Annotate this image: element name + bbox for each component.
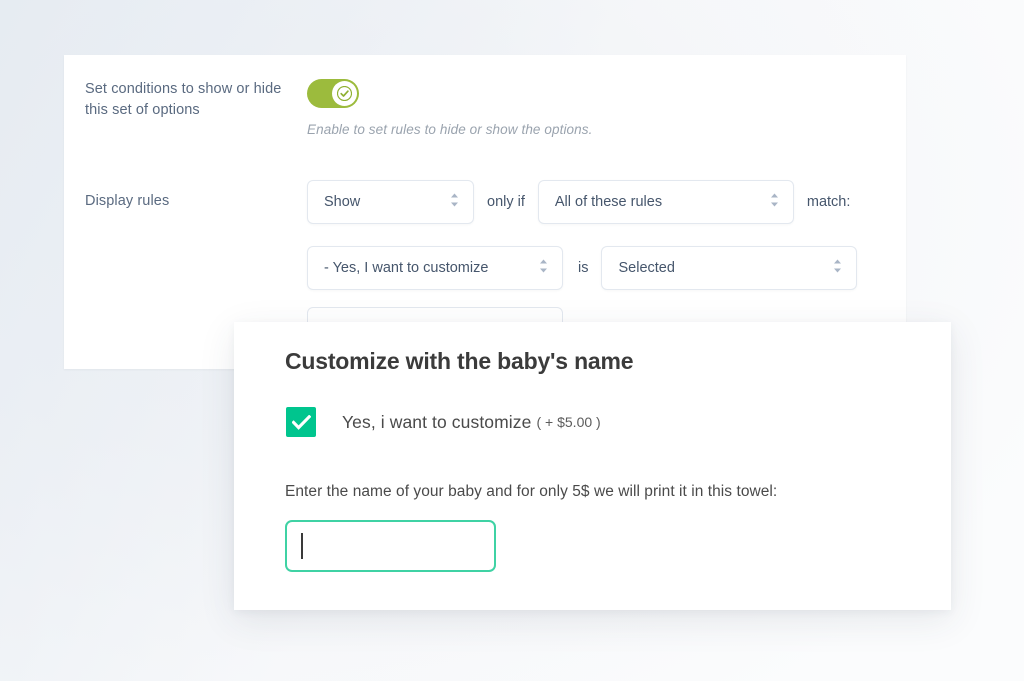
rule-match-select-value: All of these rules [554, 194, 663, 210]
rule-operator-label: is [578, 260, 589, 276]
text-cursor [301, 533, 303, 559]
rule-connector-match: match: [806, 194, 851, 210]
rule-connector-onlyif: only if [487, 194, 525, 210]
rule-action-select-value: Show [324, 194, 361, 210]
chevron-updown-icon [449, 192, 460, 213]
customize-option-row: Yes, i want to customize ( + $5.00 ) [285, 407, 911, 437]
customize-checkbox-price: ( + $5.00 ) [536, 414, 601, 430]
toggle-knob [332, 81, 357, 106]
rule-match-select[interactable]: All of these rules [537, 180, 794, 224]
set-conditions-label: Set conditions to show or hide this set … [85, 81, 282, 118]
name-field-help-text: Enter the name of your baby and for only… [285, 483, 778, 500]
checkmark-icon [291, 414, 311, 430]
baby-name-input[interactable] [285, 520, 496, 572]
rule-value-select[interactable]: Selected [601, 246, 858, 290]
rule-action-select[interactable]: Show [307, 180, 474, 224]
display-rules-label: Display rules [85, 193, 170, 209]
rule-source-select[interactable]: - Yes, I want to customize [307, 246, 563, 290]
display-rules-primary-line: Show only if All of these rules match: [307, 180, 863, 224]
chevron-updown-icon [769, 192, 780, 213]
check-icon [337, 86, 352, 101]
display-rules-row: Display rules Show only if All of these … [85, 180, 863, 290]
preview-title: Customize with the baby's name [285, 348, 634, 374]
customize-checkbox-label: Yes, i want to customize [342, 411, 532, 432]
set-conditions-toggle-group: Enable to set rules to hide or show the … [307, 79, 592, 137]
set-conditions-row: Set conditions to show or hide this set … [85, 79, 592, 137]
chevron-updown-icon [538, 258, 549, 279]
set-conditions-hint: Enable to set rules to hide or show the … [307, 122, 593, 137]
rule-source-select-value: - Yes, I want to customize [324, 260, 489, 276]
rule-value-select-value: Selected [618, 260, 675, 276]
rule-condition-row: - Yes, I want to customize is Selected [307, 246, 863, 290]
option-preview-panel: Customize with the baby's name Yes, i wa… [234, 322, 951, 610]
chevron-updown-icon [832, 258, 843, 279]
display-rules-controls: Show only if All of these rules match: -… [307, 180, 863, 290]
customize-checkbox[interactable] [286, 407, 316, 437]
set-conditions-toggle[interactable] [307, 79, 359, 108]
